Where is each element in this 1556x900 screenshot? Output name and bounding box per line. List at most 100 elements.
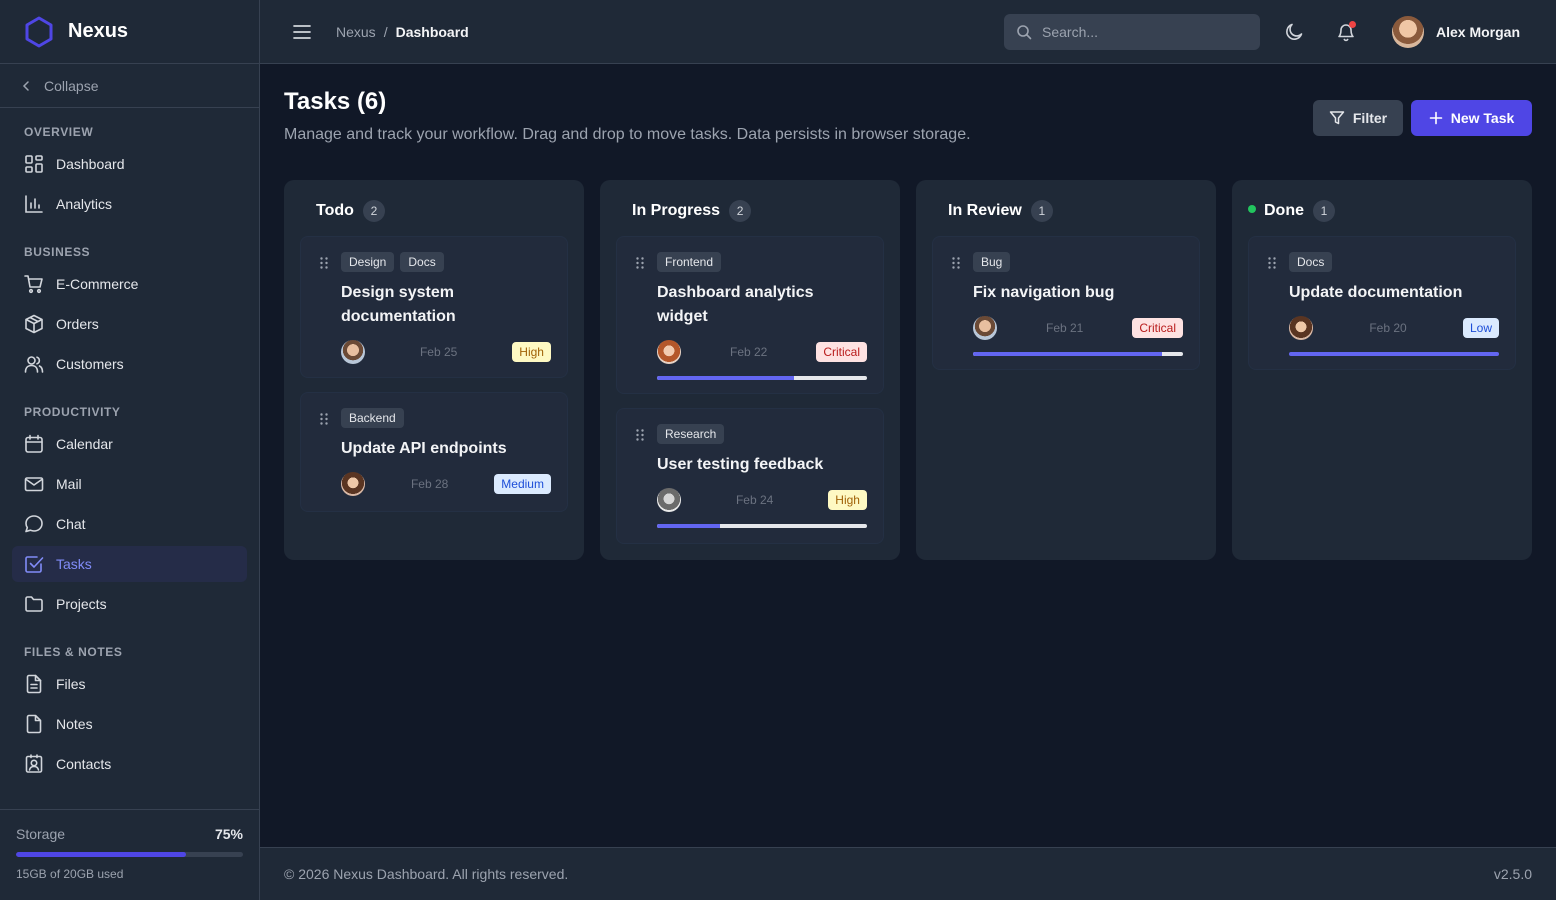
sidebar-item-label: Tasks <box>56 556 92 572</box>
sidebar-nav: OVERVIEW Dashboard Analytics BUSINESS E-… <box>0 108 259 782</box>
search-input[interactable] <box>1042 24 1242 40</box>
sidebar-item-customers[interactable]: Customers <box>12 346 247 382</box>
drag-handle-icon[interactable] <box>952 257 960 269</box>
sidebar-item-chat[interactable]: Chat <box>12 506 247 542</box>
task-title: Update documentation <box>1289 284 1463 301</box>
sidebar-item-tasks[interactable]: Tasks <box>12 546 247 582</box>
sidebar-item-label: Contacts <box>56 756 112 772</box>
task-card[interactable]: Backend Update API endpoints Feb 28 Medi… <box>300 392 568 512</box>
drag-handle-icon[interactable] <box>636 429 644 441</box>
column-title: In Review <box>948 202 1022 219</box>
sidebar-item-label: Chat <box>56 516 86 532</box>
drag-handle-icon[interactable] <box>636 257 644 269</box>
task-tag: Docs <box>1289 252 1333 272</box>
collapse-button[interactable]: Collapse <box>0 64 259 108</box>
column-title: Todo <box>316 202 354 219</box>
task-title: Fix navigation bug <box>973 284 1115 301</box>
user-menu[interactable]: Alex Morgan <box>1392 16 1520 48</box>
column-count: 2 <box>729 200 752 222</box>
sidebar-item-notes[interactable]: Notes <box>12 706 247 742</box>
chevron-left-icon <box>22 80 29 91</box>
task-tag: Frontend <box>657 252 722 272</box>
column-title: Done <box>1264 202 1304 219</box>
calendar-icon <box>25 434 43 453</box>
new-task-button[interactable]: New Task <box>1411 100 1532 136</box>
sidebar-item-label: Orders <box>56 316 99 332</box>
column-count: 1 <box>1313 200 1335 222</box>
task-card[interactable]: Docs Update documentation Feb 20 Low <box>1248 236 1516 370</box>
task-progress-fill <box>657 376 794 380</box>
drag-handle-icon[interactable] <box>320 413 328 425</box>
sidebar-item-label: Customers <box>56 356 124 372</box>
status-dot <box>1248 205 1256 213</box>
task-card[interactable]: Research User testing feedback Feb 24 Hi… <box>616 408 884 544</box>
sidebar-item-label: Calendar <box>56 436 113 452</box>
notification-dot <box>1349 21 1356 28</box>
notifications-button[interactable] <box>1334 20 1358 44</box>
column-in-progress: In Progress 2 Frontend Dashboard analyti… <box>600 180 900 560</box>
column-count: 1 <box>1030 200 1053 222</box>
sidebar-item-label: E-Commerce <box>56 276 139 292</box>
page-description: Manage and track your workflow. Drag and… <box>284 126 971 143</box>
brand[interactable]: Nexus <box>0 0 259 64</box>
storage-label: Storage <box>16 826 66 842</box>
folder-icon <box>25 596 43 612</box>
task-title: Dashboard analytics widget <box>657 284 814 325</box>
breadcrumb: Nexus / Dashboard <box>336 24 469 40</box>
task-progress-fill <box>973 352 1162 356</box>
task-progress-fill <box>1289 352 1499 356</box>
menu-button[interactable] <box>292 22 312 42</box>
sidebar-item-label: Mail <box>56 476 82 492</box>
task-card[interactable]: Bug Fix navigation bug Feb 21 Critical <box>932 236 1200 370</box>
sidebar-item-mail[interactable]: Mail <box>12 466 247 502</box>
search-box[interactable] <box>1004 14 1260 50</box>
task-title: Update API endpoints <box>341 440 507 457</box>
breadcrumb-root[interactable]: Nexus <box>336 24 376 40</box>
task-title: Design system documentation <box>341 284 456 325</box>
footer: © 2026 Nexus Dashboard. All rights reser… <box>260 847 1556 900</box>
drag-handle-icon[interactable] <box>320 257 328 269</box>
filter-button[interactable]: Filter <box>1313 100 1403 136</box>
task-due-date: Feb 22 <box>729 345 768 359</box>
task-due-date: Feb 21 <box>1045 321 1084 335</box>
brand-name: Nexus <box>68 20 129 42</box>
task-tag: Design <box>341 252 395 272</box>
copyright-text: © 2026 Nexus Dashboard. All rights reser… <box>284 866 569 882</box>
task-card[interactable]: Frontend Dashboard analytics widget Feb … <box>616 236 884 394</box>
mail-icon <box>24 477 44 492</box>
search-icon <box>1017 25 1032 40</box>
storage-bar <box>16 852 243 857</box>
main-content: Tasks (6) Manage and track your workflow… <box>260 64 1556 847</box>
package-icon <box>25 314 43 334</box>
sidebar-item-dashboard[interactable]: Dashboard <box>12 146 247 182</box>
column-count: 2 <box>362 200 385 222</box>
check-square-icon <box>25 556 44 573</box>
sidebar-item-calendar[interactable]: Calendar <box>12 426 247 462</box>
user-name: Alex Morgan <box>1436 24 1521 40</box>
avatar <box>657 340 681 364</box>
sidebar-item-e-commerce[interactable]: E-Commerce <box>12 266 247 302</box>
column-title: In Progress <box>632 202 721 219</box>
menu-icon <box>293 24 311 39</box>
sidebar-item-files[interactable]: Files <box>12 666 247 702</box>
sidebar-item-label: Projects <box>56 596 107 612</box>
avatar <box>1392 16 1424 48</box>
sidebar-item-analytics[interactable]: Analytics <box>12 186 247 222</box>
theme-toggle-button[interactable] <box>1282 20 1306 44</box>
section-title-business: BUSINESS <box>24 245 91 259</box>
drag-handle-icon[interactable] <box>1268 257 1276 269</box>
task-tag: Bug <box>973 252 1011 272</box>
storage-widget: Storage 75% 15GB of 20GB used <box>0 809 259 900</box>
avatar <box>973 316 997 340</box>
task-due-date: Feb 24 <box>735 493 774 507</box>
cart-icon <box>24 275 43 294</box>
filter-label: Filter <box>1352 110 1388 126</box>
sidebar-item-orders[interactable]: Orders <box>12 306 247 342</box>
task-card[interactable]: Design Docs Design system documentation … <box>300 236 568 378</box>
sidebar-item-projects[interactable]: Projects <box>12 586 247 622</box>
sidebar-item-contacts[interactable]: Contacts <box>12 746 247 782</box>
storage-bar-fill <box>16 852 187 857</box>
avatar <box>341 472 365 496</box>
sidebar: Nexus Collapse OVERVIEW Dashboard Analyt… <box>0 0 260 900</box>
task-due-date: Feb 25 <box>419 345 458 359</box>
